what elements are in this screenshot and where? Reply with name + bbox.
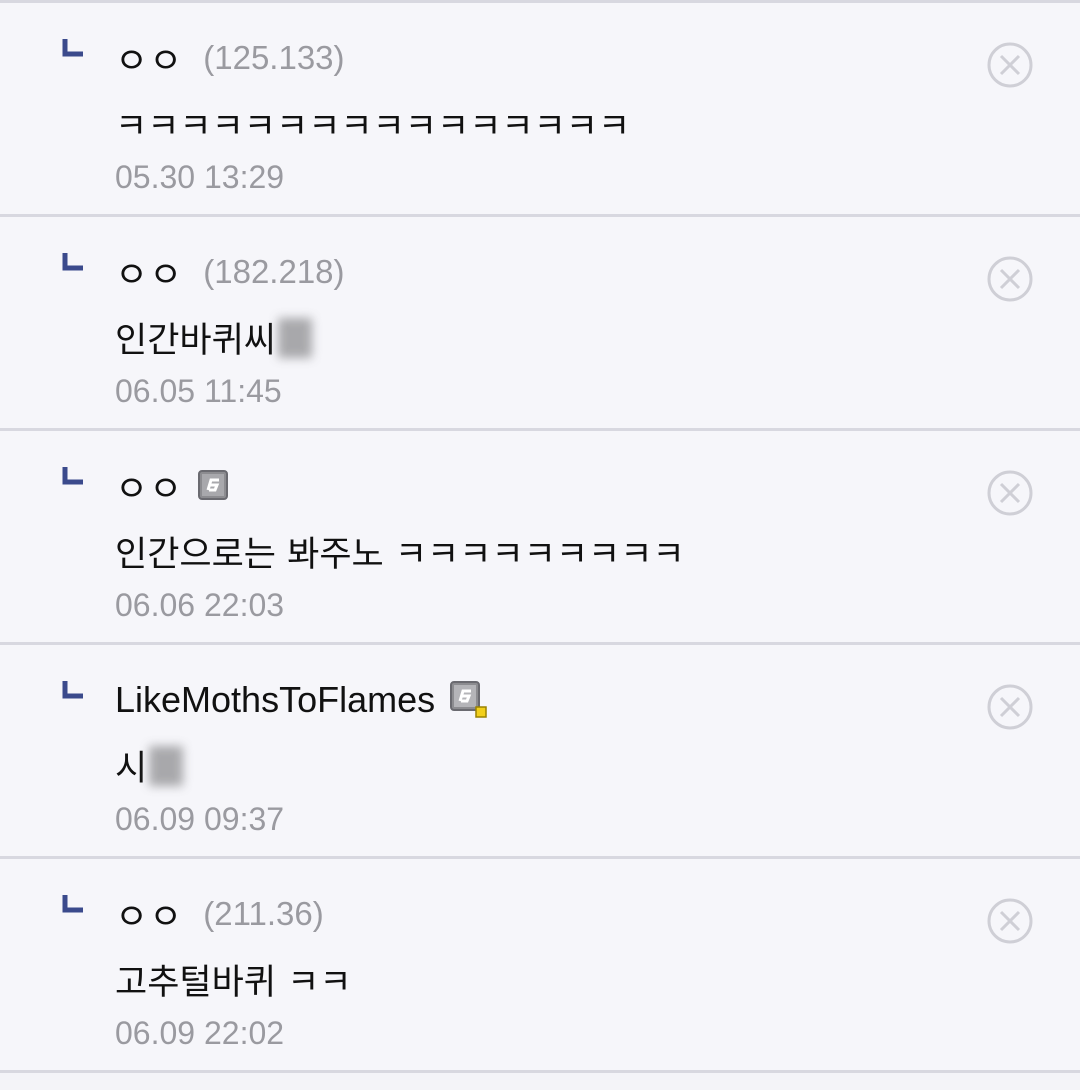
comment-body: ㅋㅋㅋㅋㅋㅋㅋㅋㅋㅋㅋㅋㅋㅋㅋㅋ	[115, 107, 631, 147]
timestamp: 06.09 09:37	[115, 801, 285, 837]
comment-text: 인간으로는 봐주노 ㅋㅋㅋㅋㅋㅋㅋㅋㅋ	[115, 526, 685, 577]
comment-text: 인간바퀴씨	[115, 312, 313, 363]
timestamp: 06.06 22:03	[115, 587, 285, 623]
reply-list: ㅇㅇ (125.133) ㅋㅋㅋㅋㅋㅋㅋㅋㅋㅋㅋㅋㅋㅋㅋㅋ 05.30 13:2…	[0, 0, 1080, 1090]
delete-icon[interactable]	[986, 897, 1034, 945]
reply-arrow-icon	[62, 895, 83, 913]
nickname[interactable]: ㅇㅇ	[115, 460, 183, 512]
comment-body: 고추털바퀴 ㅋㅋ	[115, 963, 352, 1003]
nickname[interactable]: ㅇㅇ	[115, 32, 183, 84]
reply-arrow-icon	[62, 681, 83, 699]
author-row: ㅇㅇ (182.218)	[115, 247, 345, 297]
comment-body: 인간으로는 봐주노 ㅋㅋㅋㅋㅋㅋㅋㅋㅋ	[115, 535, 685, 575]
author-row: ㅇㅇ	[115, 461, 231, 511]
ip-address: (125.133)	[203, 39, 345, 76]
reply-item: ㅇㅇ (211.36) 고추털바퀴 ㅋㅋ 06.09 22:02	[0, 859, 1080, 1073]
reply-arrow-icon	[62, 467, 83, 485]
fixed-nick-icon-yellow-badge[interactable]	[449, 680, 489, 720]
delete-icon[interactable]	[986, 469, 1034, 517]
author-row: ㅇㅇ (125.133)	[115, 33, 345, 83]
comment-body: 인간바퀴씨	[115, 321, 277, 361]
comment-text: ㅋㅋㅋㅋㅋㅋㅋㅋㅋㅋㅋㅋㅋㅋㅋㅋ	[115, 98, 630, 149]
timestamp: 05.30 13:29	[115, 159, 285, 195]
timestamp: 06.09 22:02	[115, 1015, 285, 1051]
nickname[interactable]: ㅇㅇ	[115, 888, 183, 940]
reply-item: LikeMothsToFlames 시 06.09 09:37	[0, 645, 1080, 859]
ip-address: (211.36)	[203, 895, 324, 932]
nickname[interactable]: ㅇㅇ	[115, 246, 183, 298]
reply-arrow-icon	[62, 39, 83, 57]
censor-blur	[278, 317, 313, 358]
reply-arrow-icon	[62, 253, 83, 271]
nickname[interactable]: LikeMothsToFlames	[115, 679, 435, 721]
comment-text: 시	[115, 740, 184, 791]
fixed-nick-icon[interactable]	[197, 469, 231, 503]
ip-address: (182.218)	[203, 253, 345, 290]
delete-icon[interactable]	[986, 683, 1034, 731]
author-row: LikeMothsToFlames	[115, 675, 489, 725]
timestamp: 06.05 11:45	[115, 373, 282, 409]
delete-icon[interactable]	[986, 41, 1034, 89]
reply-item: ㅇㅇ (182.218) 인간바퀴씨 06.05 11:45	[0, 217, 1080, 431]
delete-icon[interactable]	[986, 255, 1034, 303]
censor-blur	[149, 745, 184, 786]
comment-text: 고추털바퀴 ㅋㅋ	[115, 954, 352, 1005]
reply-item: ㅇㅇ 인간으로는 봐주노 ㅋㅋㅋㅋㅋㅋㅋㅋㅋ 06.06 22:03	[0, 431, 1080, 645]
comment-body: 시	[115, 749, 148, 789]
author-row: ㅇㅇ (211.36)	[115, 889, 324, 939]
reply-item: ㅇㅇ (125.133) ㅋㅋㅋㅋㅋㅋㅋㅋㅋㅋㅋㅋㅋㅋㅋㅋ 05.30 13:2…	[0, 3, 1080, 217]
